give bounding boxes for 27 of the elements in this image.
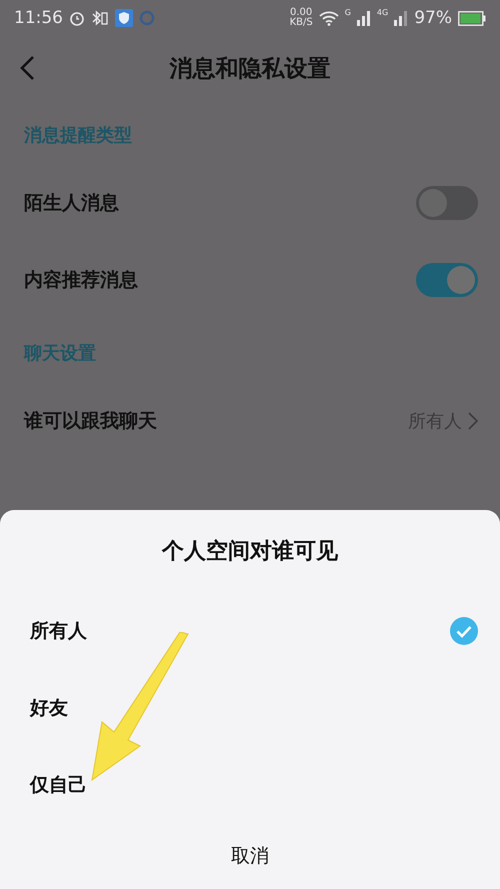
- toggle-switch[interactable]: [416, 186, 478, 220]
- toggle-switch[interactable]: [416, 262, 478, 296]
- page-title: 消息和隐私设置: [170, 54, 330, 84]
- option-label[interactable]: 所有人: [30, 618, 450, 644]
- circle-icon: [139, 10, 155, 26]
- speed-unit: KB/S: [290, 18, 313, 28]
- network-type: 4G: [376, 8, 388, 17]
- signal-icon: [356, 10, 371, 26]
- shield-icon: [115, 9, 133, 27]
- wifi-icon: [318, 10, 339, 26]
- chevron-right-icon: [468, 412, 478, 430]
- option-label[interactable]: 好友: [30, 694, 478, 720]
- signal-icon: [394, 10, 408, 26]
- battery-icon: [458, 10, 486, 26]
- sheet-title: 个人空间对谁可见: [160, 538, 339, 566]
- battery-percent: 97%: [414, 8, 452, 28]
- network-speed: 0.00: [290, 8, 312, 18]
- network-type: G: [344, 8, 351, 17]
- setting-label: 陌生人消息: [24, 190, 120, 216]
- section-title: 聊天设置: [22, 342, 97, 366]
- alarm-icon: [69, 10, 85, 26]
- cancel-button[interactable]: 取消: [211, 835, 289, 877]
- section-title: 消息提醒类型: [22, 124, 133, 148]
- clock-time: 11:56: [14, 8, 63, 28]
- option-label[interactable]: 仅自己: [30, 772, 478, 798]
- bluetooth-icon: [91, 10, 109, 26]
- setting-label: 内容推荐消息: [24, 268, 139, 292]
